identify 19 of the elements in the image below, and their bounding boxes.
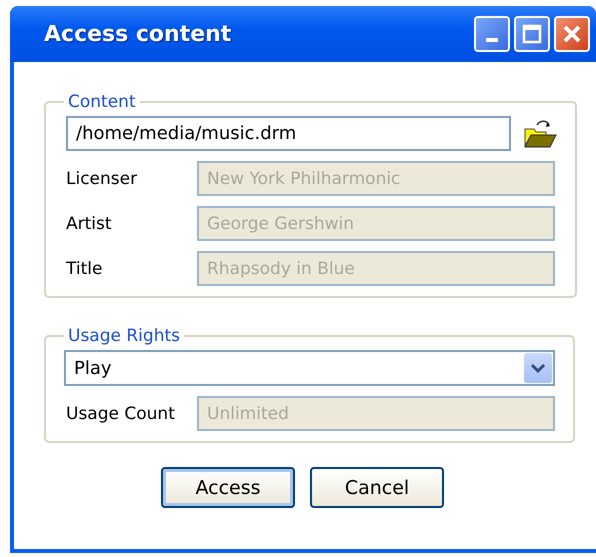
field-label: Artist bbox=[66, 214, 113, 234]
minimize-icon bbox=[486, 38, 498, 42]
group-title: Usage Rights bbox=[67, 326, 181, 346]
access-button[interactable]: Access bbox=[161, 467, 295, 508]
open-folder-icon[interactable] bbox=[523, 118, 557, 148]
field-label: Title bbox=[66, 258, 104, 278]
field-label: Licenser bbox=[66, 168, 138, 188]
close-icon bbox=[561, 23, 583, 45]
window-title: Access content bbox=[44, 22, 232, 46]
usage-dropdown[interactable]: Play bbox=[64, 350, 555, 386]
maximize-icon bbox=[522, 24, 542, 44]
cancel-button[interactable]: Cancel bbox=[310, 467, 444, 508]
group-title: Content bbox=[67, 92, 137, 112]
path-field[interactable]: /home/media/music.drm bbox=[66, 116, 511, 151]
close-button[interactable] bbox=[554, 16, 590, 52]
maximize-button[interactable] bbox=[514, 16, 550, 52]
field-label: Usage Count bbox=[66, 404, 176, 424]
minimize-button[interactable] bbox=[474, 16, 510, 52]
chevron-down-icon bbox=[530, 362, 546, 374]
